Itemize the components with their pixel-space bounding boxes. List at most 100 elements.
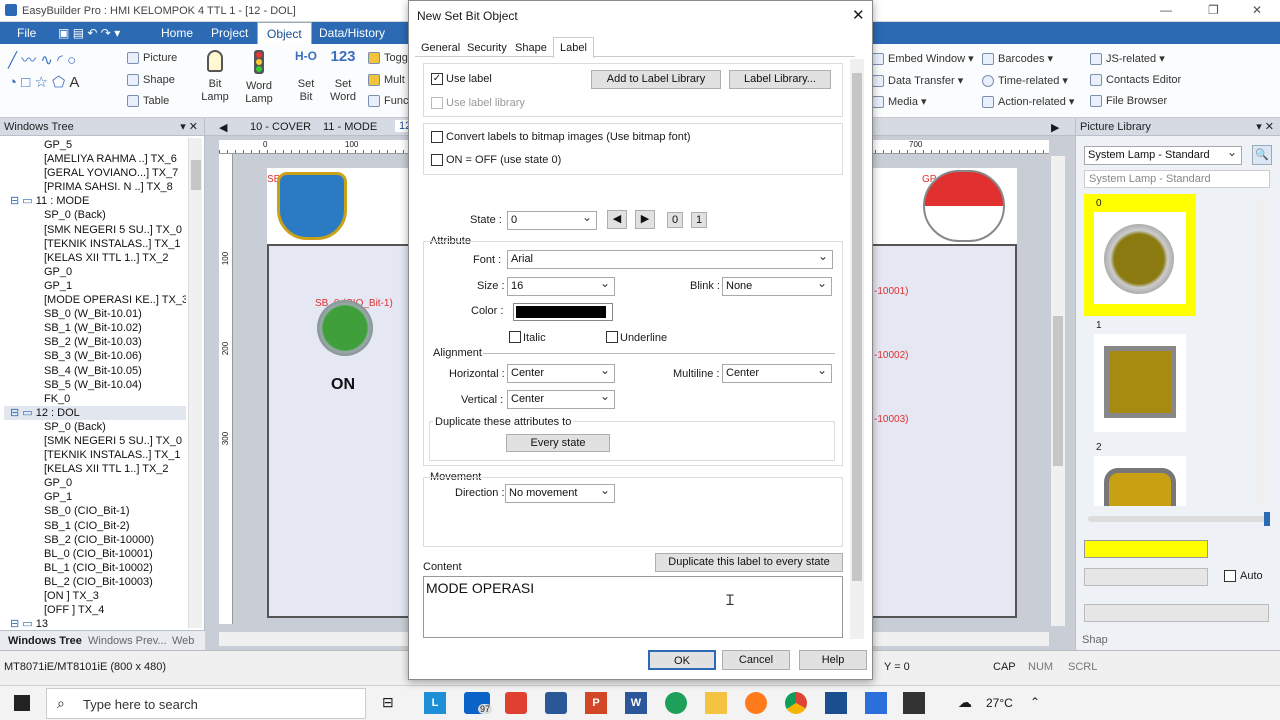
auto-checkbox[interactable]: [1224, 570, 1236, 582]
bezier-icon[interactable]: ∿: [40, 52, 53, 69]
app-icon-2[interactable]: [545, 692, 567, 714]
tray-chevron-icon[interactable]: ⌃: [1030, 695, 1040, 709]
tree-window-node[interactable]: ⊟ ▭ 11 : MODE: [4, 194, 186, 208]
tab-11-mode[interactable]: 11 - MODE: [323, 121, 377, 133]
quick-access-dropdown-icon[interactable]: ▾: [114, 26, 120, 40]
tree-object-item[interactable]: SB_1 (W_Bit-10.02): [4, 321, 186, 335]
windows-start-icon[interactable]: [14, 695, 30, 711]
menu-object[interactable]: Object: [257, 22, 312, 44]
library-button-b[interactable]: [1084, 604, 1269, 622]
tree-object-item[interactable]: [ON ] TX_3: [4, 589, 186, 603]
tree-object-item[interactable]: GP_5: [4, 138, 186, 152]
tree-object-item[interactable]: BL_0 (CIO_Bit-10001): [4, 547, 186, 561]
tab-windows-preview[interactable]: Windows Prev...: [88, 635, 167, 647]
tab-web[interactable]: Web: [172, 635, 194, 647]
arc-icon[interactable]: ◜: [57, 52, 63, 69]
tree-object-item[interactable]: GP_0: [4, 476, 186, 490]
photos-icon[interactable]: [865, 692, 887, 714]
circle-icon[interactable]: ○: [67, 52, 76, 69]
tab-windows-tree[interactable]: Windows Tree: [8, 635, 82, 647]
tab-security[interactable]: Security: [467, 42, 507, 54]
save-icon[interactable]: ▣: [58, 26, 69, 40]
right-logo[interactable]: [923, 170, 1005, 242]
tree-scrollbar[interactable]: [188, 138, 202, 628]
undo-icon[interactable]: ↶: [87, 26, 97, 40]
tab-shape[interactable]: Shape: [515, 42, 547, 54]
piclib-scrollbar[interactable]: [1256, 198, 1268, 504]
app-l-icon[interactable]: L: [424, 692, 446, 714]
tab-nav-left-icon[interactable]: ◀: [219, 121, 227, 134]
line-icon[interactable]: ╱: [8, 52, 17, 69]
ok-button[interactable]: OK: [648, 650, 716, 670]
size-slider-thumb[interactable]: [1264, 512, 1270, 526]
multi-button[interactable]: Mult: [368, 74, 405, 87]
content-textarea[interactable]: MODE OPERASI: [423, 576, 843, 638]
time-related-button[interactable]: Time-related ▾: [982, 74, 1068, 88]
barcodes-button[interactable]: Barcodes ▾: [982, 52, 1053, 66]
library-name-field[interactable]: System Lamp - Standard: [1084, 170, 1270, 188]
tree-object-item[interactable]: [OFF ] TX_4: [4, 603, 186, 617]
tree-object-item[interactable]: [KELAS XII TTL 1..] TX_2: [4, 462, 186, 476]
dialog-scrollbar[interactable]: [850, 59, 864, 639]
tree-object-item[interactable]: [KELAS XII TTL 1..] TX_2: [4, 251, 186, 265]
state-next-icon[interactable]: ▶: [635, 210, 655, 229]
font-select[interactable]: Arial: [507, 248, 833, 269]
easybuilder-icon[interactable]: [825, 692, 847, 714]
underline-checkbox[interactable]: [606, 331, 618, 343]
tree-object-item[interactable]: SP_0 (Back): [4, 208, 186, 222]
size-select[interactable]: 16: [507, 275, 615, 296]
tree-object-item[interactable]: [TEKNIK INSTALAS..] TX_1: [4, 448, 186, 462]
tree-object-item[interactable]: SB_0 (W_Bit-10.01): [4, 307, 186, 321]
tab-nav-right-icon[interactable]: ▶: [1051, 121, 1059, 134]
bit-lamp-button[interactable]: Bit Lamp: [196, 50, 234, 104]
weather-icon[interactable]: ☁: [958, 694, 972, 711]
tree-object-item[interactable]: GP_1: [4, 490, 186, 504]
piclib-close-icon[interactable]: ▾ ✕: [1256, 118, 1274, 136]
tree-object-item[interactable]: GP_1: [4, 279, 186, 293]
help-button[interactable]: Help: [799, 650, 867, 670]
picture-item-2[interactable]: [1094, 456, 1186, 506]
tree-object-item[interactable]: FK_0: [4, 392, 186, 406]
size-slider[interactable]: [1088, 512, 1270, 526]
set-bit-button[interactable]: H-O Set Bit: [287, 50, 325, 104]
taskbar-search-box[interactable]: ⌕ Type here to search: [46, 688, 366, 719]
label-library-button[interactable]: Label Library...: [729, 70, 831, 89]
tree-object-item[interactable]: SB_2 (CIO_Bit-10000): [4, 533, 186, 547]
redo-icon[interactable]: ↷: [101, 26, 111, 40]
word-icon[interactable]: W: [625, 692, 647, 714]
tree-object-item[interactable]: [PRIMA SAHSI. N ..] TX_8: [4, 180, 186, 194]
contacts-editor-button[interactable]: Contacts Editor: [1090, 74, 1181, 87]
use-label-checkbox[interactable]: ✓: [431, 73, 443, 85]
word-lamp-button[interactable]: Word Lamp: [240, 50, 278, 106]
library-search-icon[interactable]: 🔍: [1252, 145, 1272, 165]
green-lamp-button[interactable]: [317, 300, 373, 356]
horizontal-select[interactable]: Center: [507, 362, 615, 383]
tree-object-item[interactable]: [AMELIYA RAHMA ..] TX_6: [4, 152, 186, 166]
picture-button[interactable]: Picture: [127, 52, 177, 65]
powerpoint-icon[interactable]: P: [585, 692, 607, 714]
tree-object-item[interactable]: [TEKNIK INSTALAS..] TX_1: [4, 237, 186, 251]
save-all-icon[interactable]: ▤: [73, 26, 84, 40]
dialog-close-icon[interactable]: ✕: [852, 6, 865, 24]
blink-select[interactable]: None: [722, 275, 832, 296]
picture-item-1[interactable]: [1094, 334, 1186, 432]
embed-window-button[interactable]: Embed Window ▾: [872, 52, 974, 66]
chrome-icon[interactable]: [785, 692, 807, 714]
table-button[interactable]: Table: [127, 95, 169, 108]
panel-close-icon[interactable]: ▾ ✕: [180, 118, 198, 136]
shape-button[interactable]: Shape: [127, 74, 175, 87]
action-related-button[interactable]: Action-related ▾: [982, 95, 1074, 109]
firefox-icon[interactable]: [745, 692, 767, 714]
func-button[interactable]: Func: [368, 95, 408, 108]
file-browser-button[interactable]: File Browser: [1090, 95, 1167, 108]
work-vscroll-thumb[interactable]: [1053, 316, 1063, 466]
duplicate-label-button[interactable]: Duplicate this label to every state: [655, 553, 843, 572]
js-related-button[interactable]: JS-related ▾: [1090, 52, 1165, 66]
edge-icon[interactable]: [665, 692, 687, 714]
minimize-icon[interactable]: —: [1160, 3, 1172, 17]
tree-object-item[interactable]: [MODE OPERASI KE..] TX_3: [4, 293, 186, 307]
every-state-button[interactable]: Every state: [506, 434, 610, 452]
tree-scroll-thumb[interactable]: [191, 160, 201, 190]
library-select[interactable]: System Lamp - Standard: [1084, 144, 1242, 165]
file-explorer-icon[interactable]: [705, 692, 727, 714]
